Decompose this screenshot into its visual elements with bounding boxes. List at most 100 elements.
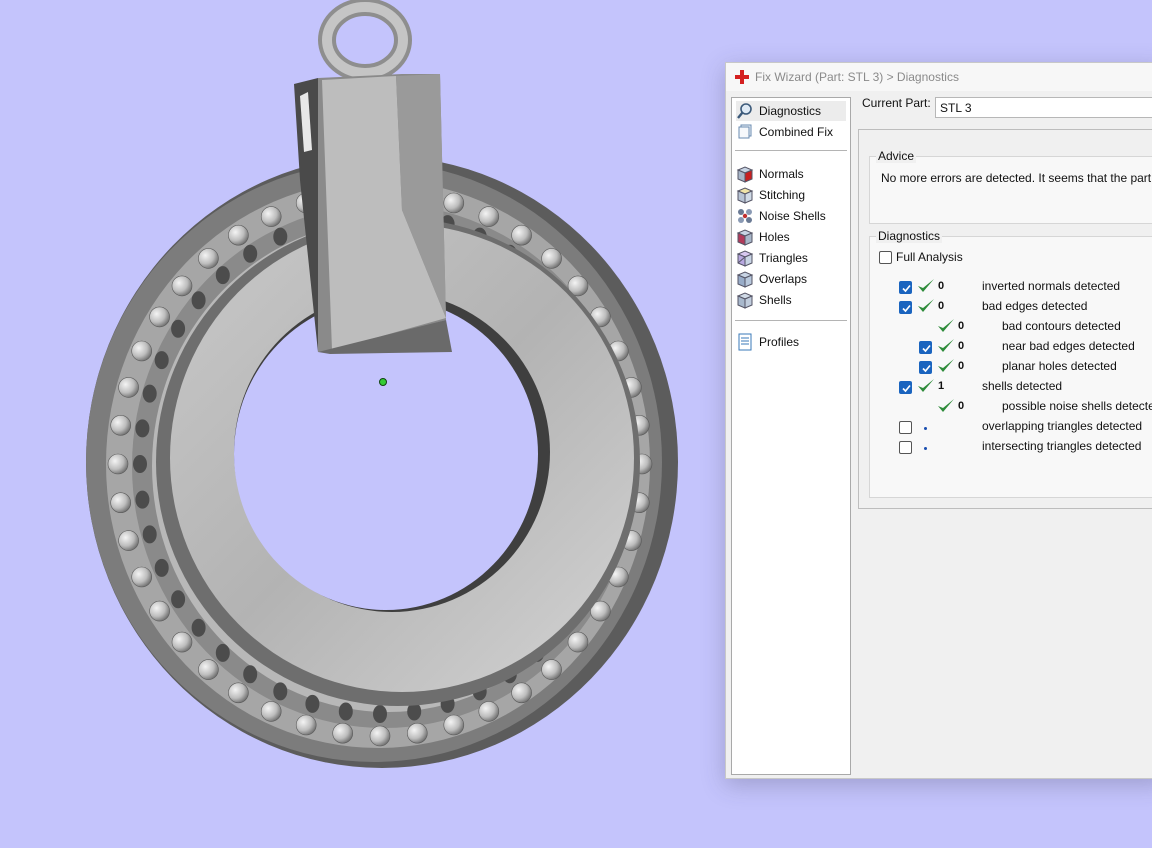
race-hole [154, 558, 169, 577]
near-bad-edges-checkbox[interactable] [919, 341, 932, 354]
pendant-model[interactable] [86, 0, 678, 768]
shells-count: 1 [938, 380, 945, 392]
bearing-ball [171, 631, 193, 653]
bad-contours-label: bad contours detected [1002, 319, 1121, 333]
shells-checkbox[interactable] [899, 381, 912, 394]
inverted-normals-count: 0 [938, 280, 945, 292]
overlaps-cube-icon [736, 271, 754, 288]
red-cross-icon [735, 70, 749, 84]
holes-cube-icon [736, 229, 754, 246]
race-hole [243, 244, 258, 263]
full-analysis-label: Full Analysis [896, 250, 963, 264]
bad-edges-count: 0 [938, 300, 945, 312]
planar-holes-checkbox[interactable] [919, 361, 932, 374]
ok-check-icon [918, 379, 934, 392]
noise-shells-count: 0 [958, 400, 965, 412]
race-hole [373, 705, 387, 723]
nav-item-stitching[interactable]: Stitching [736, 185, 846, 205]
nav-item-normals[interactable]: Normals [736, 164, 846, 184]
race-hole [171, 319, 186, 338]
ok-check-icon [918, 299, 934, 312]
document-icon [738, 333, 752, 351]
noise-shells-label: possible noise shells detected [1002, 399, 1152, 413]
race-hole [305, 694, 320, 713]
nav-separator [735, 320, 847, 321]
stacked-sheets-icon [738, 124, 752, 139]
nav-item-noise-shells[interactable]: Noise Shells [736, 206, 846, 226]
ok-check-icon [938, 399, 954, 412]
normals-cube-icon [736, 166, 754, 183]
nav-item-overlaps[interactable]: Overlaps [736, 269, 846, 289]
bearing-ball [131, 566, 152, 588]
pivot-marker [379, 378, 387, 386]
ok-check-icon [918, 279, 934, 292]
race-hole [215, 643, 230, 662]
bearing-ball [149, 600, 170, 622]
intersecting-triangles-checkbox[interactable] [899, 441, 912, 454]
inverted-normals-checkbox[interactable] [899, 281, 912, 294]
fix-wizard-dialog[interactable]: Fix Wizard (Part: STL 3) > Diagnostics D… [725, 62, 1152, 779]
nav-item-label: Noise Shells [759, 209, 826, 223]
overlapping-triangles-checkbox[interactable] [899, 421, 912, 434]
bearing-ball [171, 275, 193, 297]
ok-check-icon [938, 339, 954, 352]
nav-item-diagnostics[interactable]: Diagnostics [736, 101, 846, 121]
noise-shells-icon [738, 209, 752, 223]
nav-item-label: Combined Fix [759, 125, 834, 139]
race-hole [154, 351, 169, 370]
nav-item-label: Normals [759, 167, 804, 181]
race-hole [142, 384, 157, 403]
intersecting-triangles-label: intersecting triangles detected [982, 439, 1142, 453]
bearing-ball [332, 722, 354, 744]
nav-item-combined-fix[interactable]: Combined Fix [736, 122, 846, 142]
race-hole [135, 419, 150, 438]
nav-item-label: Overlaps [759, 272, 808, 286]
nav-item-triangles[interactable]: Triangles [736, 248, 846, 268]
nav-item-profiles[interactable]: Profiles [736, 332, 846, 352]
window-title: Fix Wizard (Part: STL 3) > Diagnostics [755, 70, 959, 84]
bearing-ball [295, 714, 317, 736]
bearing-ball [228, 682, 249, 704]
bearing-ball [567, 631, 589, 653]
race-hole [273, 682, 288, 701]
bearing-ball [110, 492, 131, 514]
bad-edges-label: bad edges detected [982, 299, 1088, 313]
race-hole [191, 618, 206, 637]
current-part-field[interactable]: STL 3 [935, 97, 1152, 118]
full-analysis-checkbox[interactable] [879, 251, 892, 264]
checkmark-icon [902, 284, 911, 293]
bearing-ball [110, 414, 131, 436]
bearing-ball [149, 306, 170, 328]
bearing-ball [198, 659, 219, 680]
ok-check-icon [938, 319, 954, 332]
bearing-ball [118, 377, 139, 398]
advice-text: No more errors are detected. It seems th… [881, 171, 1152, 185]
race-hole [215, 266, 230, 285]
near-bad-edges-label: near bad edges detected [1002, 339, 1135, 353]
nav-item-holes[interactable]: Holes [736, 227, 846, 247]
nav-item-label: Triangles [759, 251, 808, 265]
bearing-ball [478, 206, 500, 227]
current-part-label: Current Part: [862, 96, 931, 110]
title-bar[interactable]: Fix Wizard (Part: STL 3) > Diagnostics [726, 63, 1152, 91]
bearing-ball [260, 701, 282, 722]
checkmark-icon [922, 344, 931, 353]
bearing-ball [443, 192, 465, 214]
bearing-ball [406, 722, 428, 744]
nav-item-label: Diagnostics [759, 104, 822, 118]
overlapping-triangles-label: overlapping triangles detected [982, 419, 1143, 433]
nav-item-label: Holes [759, 230, 790, 244]
nav-item-label: Shells [759, 293, 792, 307]
near-bad-edges-count: 0 [958, 340, 965, 352]
planar-holes-count: 0 [958, 360, 965, 372]
checkmark-icon [902, 304, 911, 313]
nav-item-shells[interactable]: Shells [736, 290, 846, 310]
bad-contours-count: 0 [958, 320, 965, 332]
race-hole [273, 227, 288, 246]
wizard-nav-list[interactable]: Diagnostics Combined Fix Normals Stitchi… [731, 97, 851, 775]
bearing-ball [118, 530, 139, 551]
bad-edges-checkbox[interactable] [899, 301, 912, 314]
diagnostics-panel: Advice No more errors are detected. It s… [858, 129, 1152, 509]
nav-separator [735, 150, 847, 151]
bearing-ball [478, 701, 500, 722]
